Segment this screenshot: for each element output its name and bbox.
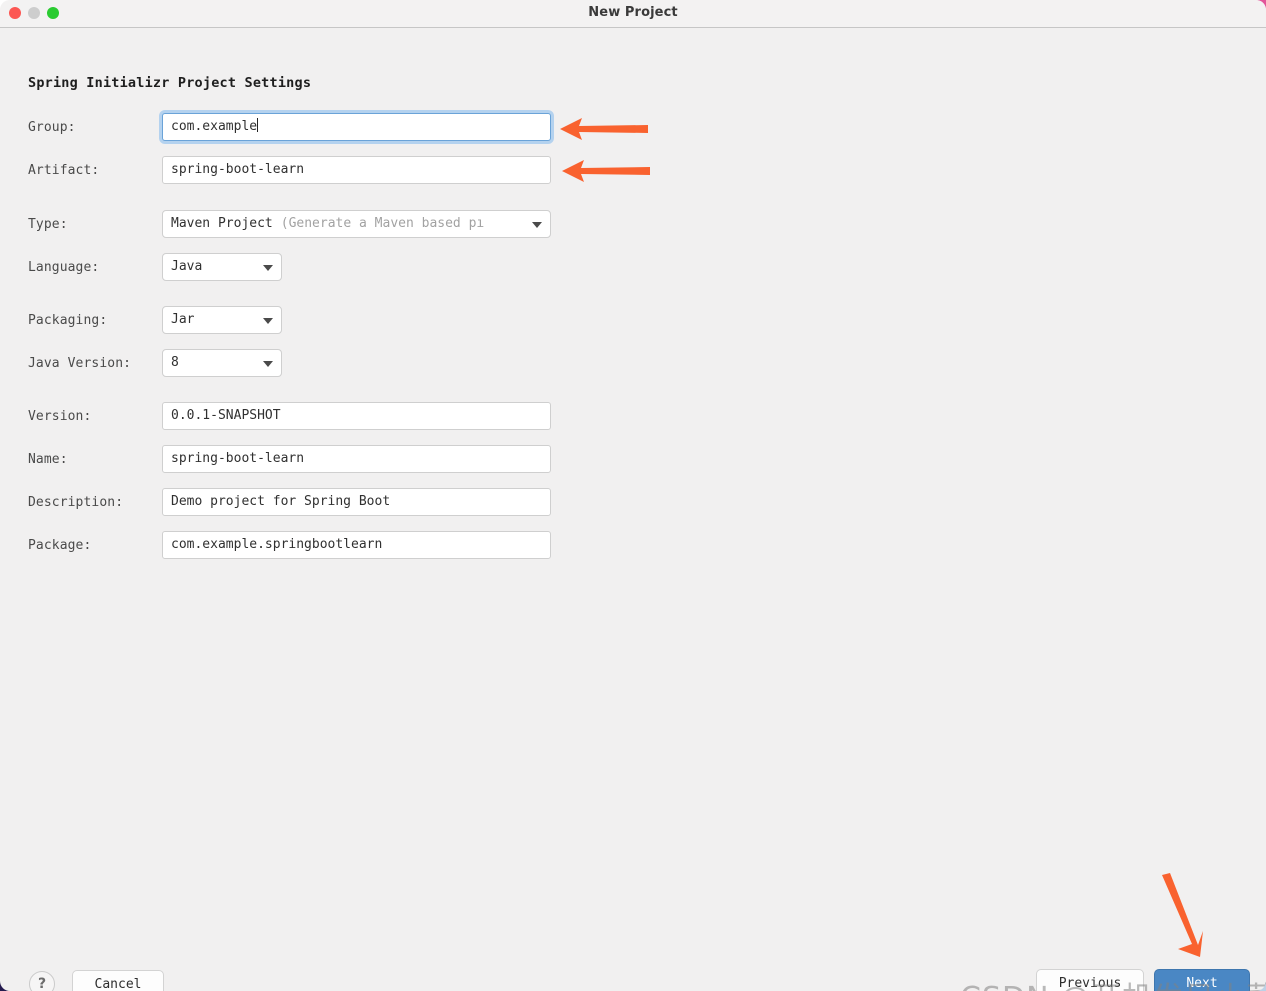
language-label: Language: <box>28 260 100 275</box>
group-label: Group: <box>28 120 76 135</box>
section-heading: Spring Initializr Project Settings <box>28 75 312 91</box>
java-version-dropdown-value: 8 <box>171 355 179 370</box>
group-input[interactable]: com.example <box>162 113 551 141</box>
name-label: Name: <box>28 452 68 467</box>
window-title: New Project <box>588 5 678 20</box>
type-dropdown-hint: (Generate a Maven based pı <box>280 216 485 231</box>
language-dropdown[interactable]: Java <box>162 253 282 281</box>
artifact-input[interactable]: spring-boot-learn <box>162 156 551 184</box>
packaging-label: Packaging: <box>28 313 108 328</box>
group-annotation-arrow-icon <box>560 118 648 140</box>
description-label: Description: <box>28 495 124 510</box>
csdn-watermark: CSDN @开机发呆小菜鸟 <box>960 973 1266 991</box>
description-input[interactable]: Demo project for Spring Boot <box>162 488 551 516</box>
window-titlebar: New Project <box>0 0 1266 28</box>
version-input-value: 0.0.1-SNAPSHOT <box>171 408 281 423</box>
package-label: Package: <box>28 538 92 553</box>
java-version-dropdown[interactable]: 8 <box>162 349 282 377</box>
packaging-dropdown[interactable]: Jar <box>162 306 282 334</box>
help-button[interactable]: ? <box>29 971 55 991</box>
chevron-down-icon <box>532 222 542 228</box>
name-input[interactable]: spring-boot-learn <box>162 445 551 473</box>
type-dropdown[interactable]: Maven Project (Generate a Maven based pı <box>162 210 551 238</box>
packaging-dropdown-value: Jar <box>171 312 195 327</box>
chevron-down-icon <box>263 318 273 324</box>
new-project-dialog: New Project Spring Initializr Project Se… <box>0 0 1266 991</box>
artifact-input-value: spring-boot-learn <box>171 162 305 177</box>
version-input[interactable]: 0.0.1-SNAPSHOT <box>162 402 551 430</box>
type-label: Type: <box>28 217 68 232</box>
dialog-content: Spring Initializr Project Settings Group… <box>0 28 1266 991</box>
name-input-value: spring-boot-learn <box>171 451 305 466</box>
artifact-annotation-arrow-icon <box>562 160 650 182</box>
description-input-value: Demo project for Spring Boot <box>171 494 391 509</box>
next-annotation-arrow-icon <box>1162 873 1203 957</box>
chevron-down-icon <box>263 361 273 367</box>
chevron-down-icon <box>263 265 273 271</box>
artifact-label: Artifact: <box>28 163 100 178</box>
package-input-value: com.example.springbootlearn <box>171 537 383 552</box>
type-dropdown-value: Maven Project <box>171 216 273 231</box>
package-input[interactable]: com.example.springbootlearn <box>162 531 551 559</box>
group-input-value: com.example <box>171 119 258 134</box>
java-version-label: Java Version: <box>28 356 132 371</box>
cancel-button[interactable]: Cancel <box>72 970 164 991</box>
text-caret <box>257 118 259 132</box>
version-label: Version: <box>28 409 92 424</box>
language-dropdown-value: Java <box>171 259 203 274</box>
